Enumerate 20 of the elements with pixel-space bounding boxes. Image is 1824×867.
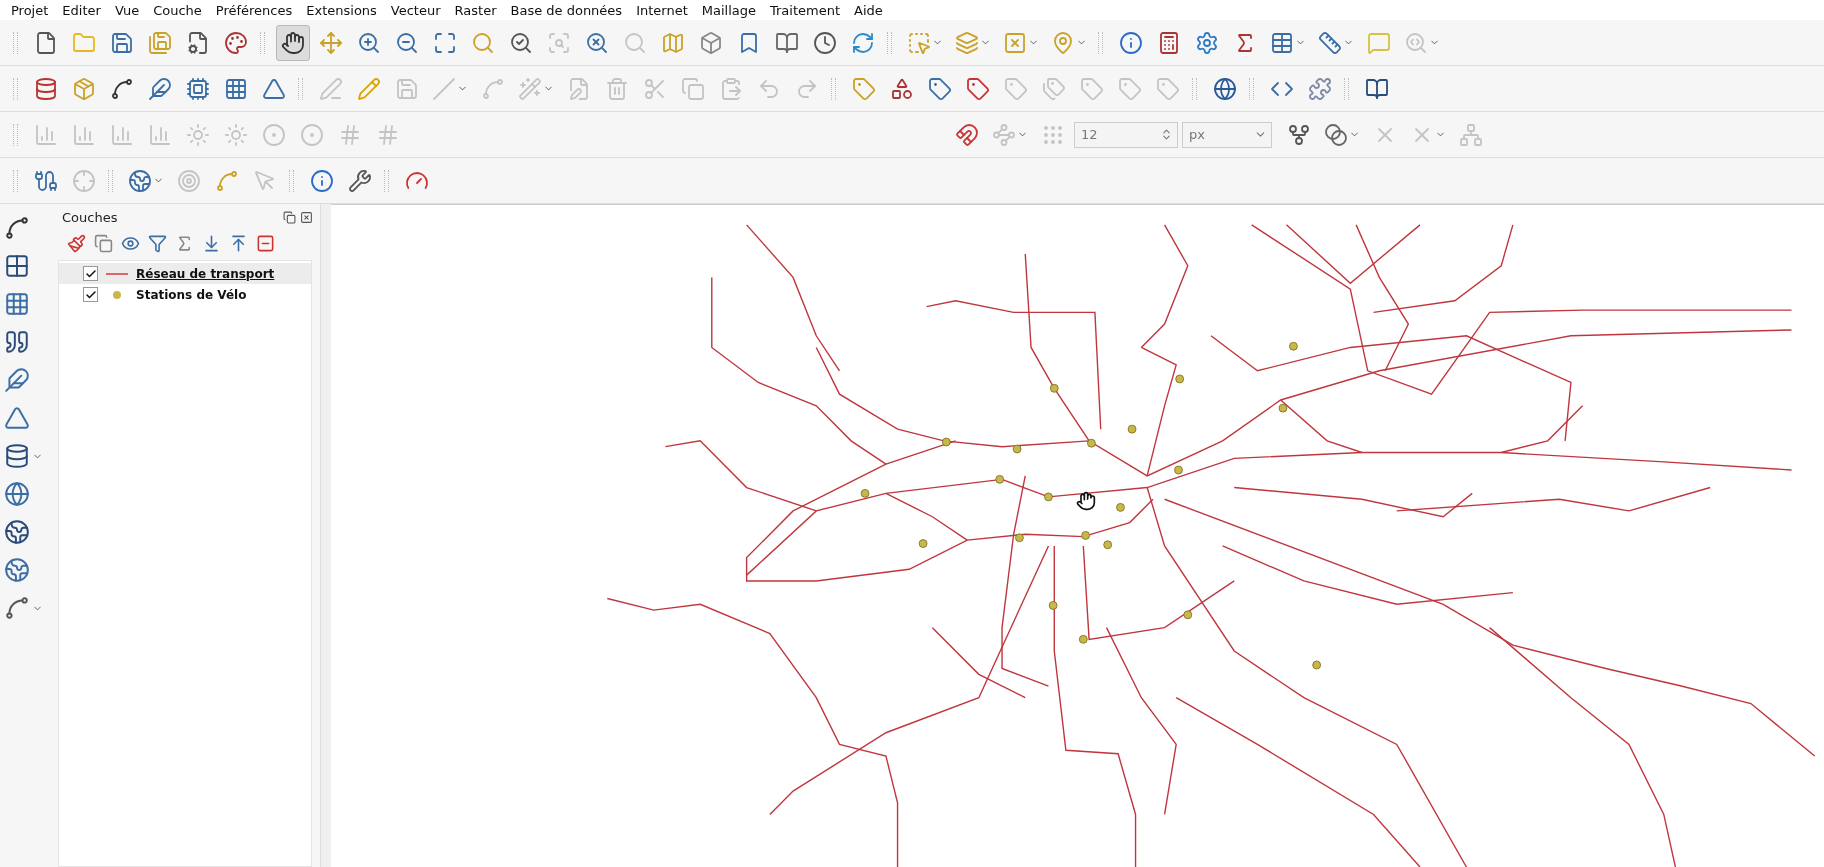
layer-row[interactable]: Réseau de transport [59,263,311,284]
menu-item[interactable]: Aide [847,2,890,18]
panel-title: Couches [62,209,118,225]
menu-item[interactable]: Vue [107,2,147,18]
menu-item[interactable]: Raster [447,2,504,18]
menu-item[interactable]: Projet [4,2,56,18]
size-spinbox[interactable]: 12 [1074,121,1178,148]
menu-item[interactable]: Maillage [694,2,763,18]
menu-item[interactable]: Préférences [208,2,300,18]
menu-item[interactable]: Internet [629,2,695,18]
menu-item[interactable]: Vecteur [383,2,448,18]
unit-dropdown[interactable]: px [1182,121,1272,148]
menu-item[interactable]: Couche [146,2,209,18]
menu-item[interactable]: Traitement [763,2,848,18]
layer-row[interactable]: Stations de Vélo [59,284,311,305]
menu-item[interactable]: Base de données [503,2,630,18]
menu-item[interactable]: Editer [55,2,108,18]
menu-item[interactable]: Extensions [299,2,384,18]
layer-name: Stations de Vélo [136,287,247,302]
layer-name: Réseau de transport [136,266,275,281]
